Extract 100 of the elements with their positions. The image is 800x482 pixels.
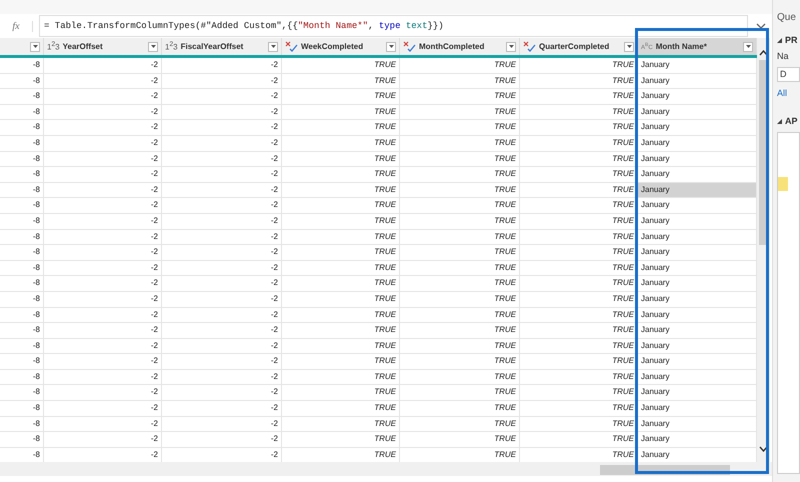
table-cell: TRUE <box>282 104 400 120</box>
table-cell: -2 <box>44 152 162 166</box>
table-cell: -2 <box>44 401 162 416</box>
table-cell: -2 <box>162 416 282 432</box>
type-label[interactable]: 1$^{2}$3 <box>47 41 60 52</box>
chevron-down-icon[interactable] <box>756 22 766 30</box>
column-filter-button[interactable] <box>624 42 634 52</box>
table-cell: -8 <box>0 152 44 166</box>
table-cell: -2 <box>162 354 282 369</box>
table-cell: TRUE <box>520 292 638 306</box>
collapse-triangle-icon[interactable] <box>777 38 782 42</box>
table-cell: TRUE <box>282 245 400 260</box>
table-cell: -8 <box>0 230 44 244</box>
table-cell: -2 <box>44 292 162 306</box>
table-cell: TRUE <box>282 89 400 104</box>
table-cell: -2 <box>162 214 282 229</box>
caret-down-icon[interactable] <box>508 45 514 48</box>
fx-label[interactable]: fx <box>0 20 33 32</box>
table-cell: TRUE <box>282 401 400 416</box>
table-cell: TRUE <box>282 214 400 229</box>
table-cell: -2 <box>44 323 162 338</box>
table-cell: TRUE <box>400 416 520 432</box>
table-cell: TRUE <box>400 74 520 88</box>
table-cell: TRUE <box>520 104 638 120</box>
table-cell: -2 <box>162 198 282 213</box>
all-properties-link[interactable]: All <box>777 88 800 98</box>
table-cell: TRUE <box>400 136 520 151</box>
horizontal-scrollbar[interactable] <box>0 462 772 476</box>
table-cell: TRUE <box>520 401 638 416</box>
table-cell: -8 <box>0 89 44 104</box>
table-cell: TRUE <box>400 354 520 369</box>
table-cell: -8 <box>0 276 44 291</box>
table-cell: TRUE <box>282 276 400 291</box>
caret-down-icon[interactable] <box>270 45 276 48</box>
table-cell: TRUE <box>520 323 638 338</box>
table-cell: -2 <box>162 120 282 135</box>
caret-down-icon[interactable] <box>388 45 394 48</box>
formula-field[interactable]: = Table.TransformColumnTypes(#"Added Custom",{{"Month Name*", type text}}) <box>39 15 748 37</box>
table-cell: TRUE <box>282 167 400 182</box>
panel-title: Que <box>777 12 797 23</box>
table-cell: TRUE <box>520 354 638 369</box>
table-cell: -8 <box>0 58 44 73</box>
table-cell: TRUE <box>520 152 638 166</box>
table-cell: -2 <box>162 385 282 400</box>
table-cell: -8 <box>0 198 44 213</box>
table-cell: TRUE <box>282 308 400 322</box>
caret-down-icon[interactable] <box>746 45 750 48</box>
table-cell: TRUE <box>400 308 520 322</box>
caret-down-icon[interactable] <box>150 45 156 48</box>
table-cell: -8 <box>0 385 44 400</box>
table-cell: TRUE <box>400 260 520 276</box>
column-name: MonthCompleted <box>419 42 484 51</box>
column-filter-button[interactable] <box>743 42 753 52</box>
table-cell: -8 <box>0 401 44 416</box>
table-cell: -2 <box>162 182 282 198</box>
table-cell: -8 <box>0 370 44 384</box>
table-cell: -2 <box>162 292 282 306</box>
column-filter-button[interactable] <box>506 42 516 52</box>
table-cell: TRUE <box>520 167 638 182</box>
table-cell: -2 <box>162 245 282 260</box>
table-cell: -2 <box>44 230 162 244</box>
type-label[interactable]: 1$^{2}$3 <box>165 41 178 52</box>
table-cell: TRUE <box>400 292 520 306</box>
column-filter-button[interactable] <box>386 42 396 52</box>
table-cell: TRUE <box>520 214 638 229</box>
name-field[interactable]: D <box>777 67 800 82</box>
table-cell: TRUE <box>282 74 400 88</box>
scroll-down-icon[interactable] <box>759 446 768 452</box>
table-cell: -8 <box>0 338 44 354</box>
table-cell: -8 <box>0 214 44 229</box>
table-cell: TRUE <box>400 214 520 229</box>
check-cross-type-icon[interactable] <box>403 41 416 52</box>
table-cell: TRUE <box>400 89 520 104</box>
table-cell: TRUE <box>520 198 638 213</box>
table-cell: TRUE <box>520 370 638 384</box>
collapse-triangle-icon[interactable] <box>777 118 782 124</box>
table-cell: -8 <box>0 308 44 322</box>
selected-step-marker[interactable] <box>778 177 788 191</box>
table-cell: -2 <box>44 308 162 322</box>
caret-down-icon[interactable] <box>626 45 632 48</box>
table-cell: -8 <box>0 292 44 306</box>
table-cell: TRUE <box>282 230 400 244</box>
column-filter-button[interactable] <box>148 42 158 52</box>
check-cross-type-icon[interactable] <box>285 41 298 52</box>
table-cell: TRUE <box>400 167 520 182</box>
table-cell: TRUE <box>400 323 520 338</box>
table-cell: -2 <box>44 136 162 151</box>
check-cross-type-icon[interactable] <box>523 41 536 52</box>
table-cell: -2 <box>44 354 162 369</box>
column-filter-button[interactable] <box>268 42 278 52</box>
table-cell: -2 <box>162 276 282 291</box>
table-cell: -2 <box>162 167 282 182</box>
table-cell: TRUE <box>520 385 638 400</box>
column-filter-button[interactable] <box>30 42 40 52</box>
table-cell: TRUE <box>400 58 520 73</box>
table-cell: -8 <box>0 167 44 182</box>
table-cell: TRUE <box>520 74 638 88</box>
table-cell: TRUE <box>520 416 638 432</box>
scroll-up-icon[interactable] <box>759 50 768 56</box>
caret-down-icon[interactable] <box>32 45 38 48</box>
